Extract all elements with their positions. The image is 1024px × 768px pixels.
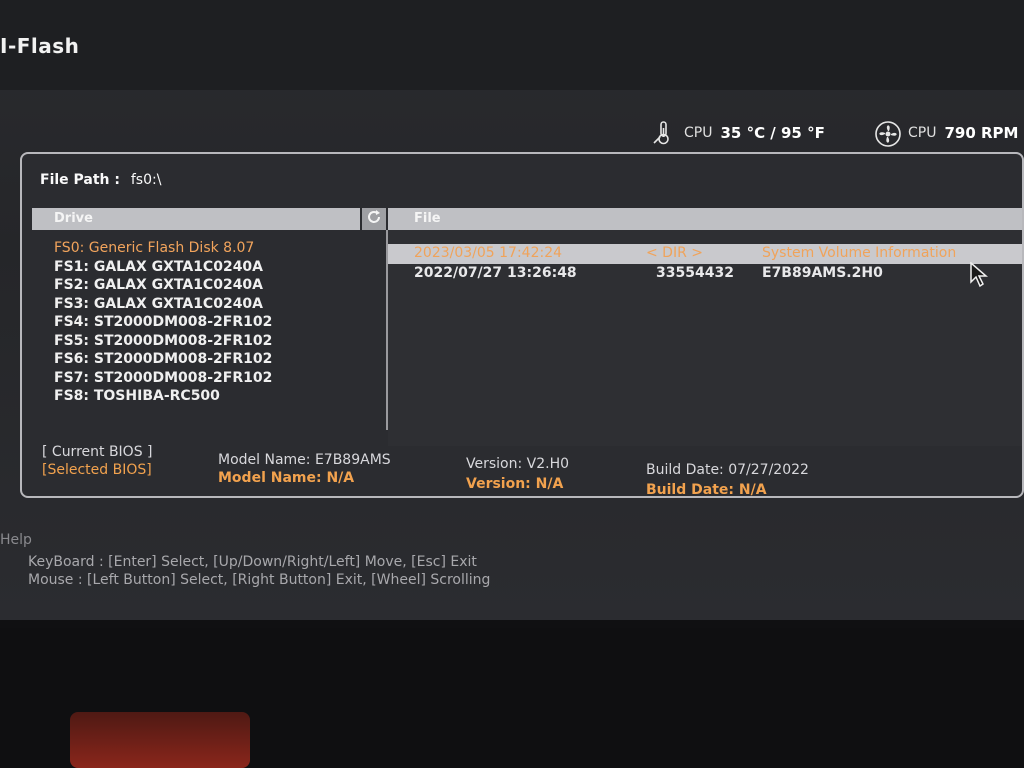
current-build-date: Build Date: 07/27/2022	[646, 462, 809, 478]
refresh-button[interactable]	[362, 208, 386, 230]
help-mouse: Mouse : [Left Button] Select, [Right But…	[28, 572, 491, 588]
refresh-icon	[366, 209, 382, 229]
cpu-temp-value: 35 °C / 95 °F	[720, 124, 825, 142]
cpu-fan-label: CPU	[908, 125, 937, 141]
file-name: System Volume Information	[762, 245, 957, 261]
drive-item-fs7[interactable]: FS7: ST2000DM008-2FR102	[54, 370, 272, 386]
selected-version: Version: N/A	[466, 476, 564, 492]
app-title: I-Flash	[0, 34, 80, 58]
selected-model-name: Model Name: N/A	[218, 470, 355, 486]
file-list: 2023/03/05 17:42:24 < DIR > System Volum…	[388, 230, 1022, 446]
drive-item-fs5[interactable]: FS5: ST2000DM008-2FR102	[54, 333, 272, 349]
file-header: File	[388, 208, 1022, 230]
title-bar: I-Flash	[0, 0, 1024, 90]
file-row[interactable]: 2023/03/05 17:42:24 < DIR > System Volum…	[388, 244, 1022, 264]
selected-bios-label: [Selected BIOS]	[42, 462, 152, 478]
file-name: E7B89AMS.2H0	[762, 265, 883, 281]
fan-icon	[874, 120, 901, 147]
help-keyboard: KeyBoard : [Enter] Select, [Up/Down/Righ…	[28, 554, 477, 570]
current-bios-label: [ Current BIOS ]	[42, 444, 153, 460]
help-title: Help	[0, 532, 32, 548]
drive-item-fs2[interactable]: FS2: GALAX GXTA1C0240A	[54, 277, 263, 293]
desk-reflection	[70, 712, 250, 768]
thermometer-icon	[650, 120, 676, 146]
drive-item-fs6[interactable]: FS6: ST2000DM008-2FR102	[54, 351, 272, 367]
drive-item-fs1[interactable]: FS1: GALAX GXTA1C0240A	[54, 259, 263, 275]
cpu-fan-speed: CPU 790 RPM	[874, 120, 1019, 147]
file-path-value: fs0:\	[130, 172, 162, 188]
file-row[interactable]: 2022/07/27 13:26:48 33554432 E7B89AMS.2H…	[388, 264, 1022, 284]
drive-item-fs8[interactable]: FS8: TOSHIBA-RC500	[54, 388, 220, 404]
file-date: 2023/03/05 17:42:24	[414, 245, 563, 261]
file-path-label: File Path :	[40, 172, 120, 188]
cpu-temp-label: CPU	[684, 125, 713, 141]
file-size: 33554432	[656, 265, 734, 281]
bios-screen: I-Flash CPU 35 °C / 95 °F CPU 790 RPM Fi…	[0, 0, 1024, 628]
cpu-temperature: CPU 35 °C / 95 °F	[650, 120, 825, 146]
drive-list: FS0: Generic Flash Disk 8.07 FS1: GALAX …	[32, 230, 388, 430]
file-path: File Path : fs0:\	[40, 172, 161, 188]
drive-header: Drive	[32, 208, 360, 230]
current-model-name: Model Name: E7B89AMS	[218, 452, 391, 468]
drive-item-fs4[interactable]: FS4: ST2000DM008-2FR102	[54, 314, 272, 330]
hardware-status-bar: CPU 35 °C / 95 °F CPU 790 RPM	[0, 120, 1024, 152]
bios-info: [ Current BIOS ] [Selected BIOS] Model N…	[22, 444, 1022, 498]
drive-item-fs3[interactable]: FS3: GALAX GXTA1C0240A	[54, 296, 263, 312]
mouse-cursor-icon	[970, 261, 989, 292]
selected-build-date: Build Date: N/A	[646, 482, 767, 498]
help-section: Help KeyBoard : [Enter] Select, [Up/Down…	[0, 530, 1024, 620]
cpu-fan-value: 790 RPM	[944, 124, 1019, 142]
file-size: < DIR >	[646, 245, 703, 261]
drive-item-fs0[interactable]: FS0: Generic Flash Disk 8.07	[54, 240, 254, 256]
flash-panel: File Path : fs0:\ Drive File FS0: Generi…	[20, 152, 1024, 498]
current-version: Version: V2.H0	[466, 456, 570, 472]
file-date: 2022/07/27 13:26:48	[414, 265, 577, 281]
